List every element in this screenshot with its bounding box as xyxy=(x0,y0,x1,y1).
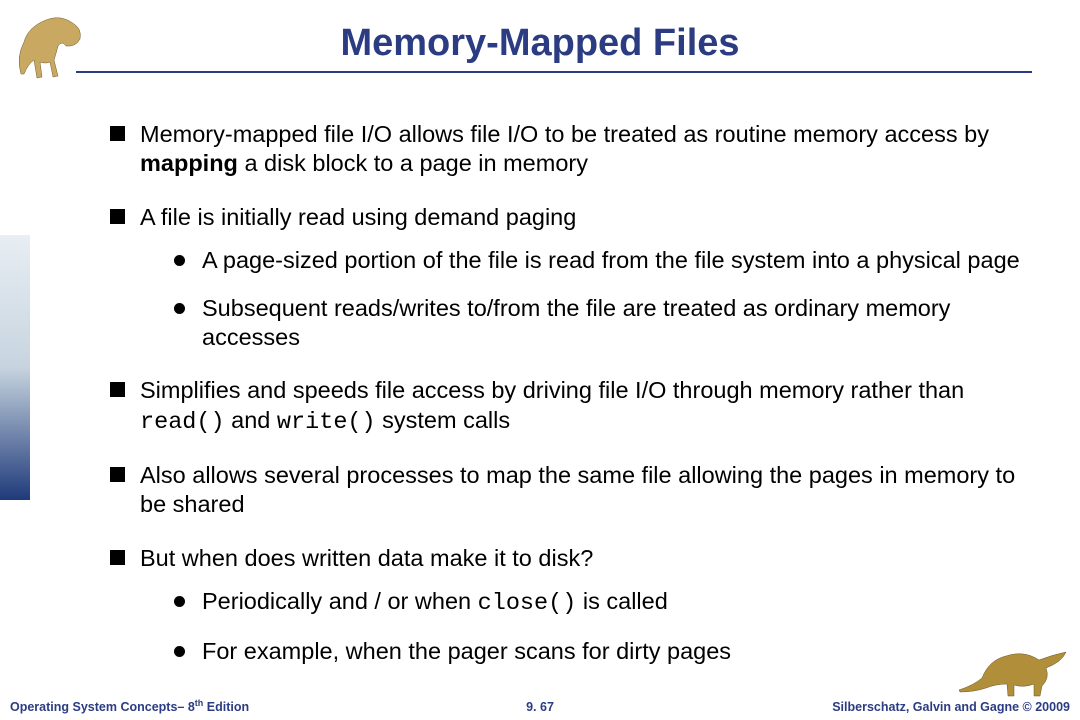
bullet-text: A page-sized portion of the file is read… xyxy=(202,247,1020,273)
bullet-text: and xyxy=(225,407,277,433)
footer-left: Operating System Concepts– 8th Edition xyxy=(10,698,249,714)
bullet-bold: mapping xyxy=(140,150,238,176)
code-text: close() xyxy=(478,590,577,617)
code-text: read() xyxy=(140,409,225,436)
sub-bullet-item: Periodically and / or when close() is ca… xyxy=(174,587,1040,618)
dinosaur-bottom-icon xyxy=(954,630,1074,700)
title-underline xyxy=(76,71,1032,73)
content: Memory-mapped file I/O allows file I/O t… xyxy=(110,120,1040,690)
bullet-item: Memory-mapped file I/O allows file I/O t… xyxy=(110,120,1040,179)
sub-bullet-item: A page-sized portion of the file is read… xyxy=(174,246,1040,275)
footer-sup: th xyxy=(195,698,204,708)
title-bar: Memory-Mapped Files xyxy=(0,0,1080,73)
slide-title: Memory-Mapped Files xyxy=(0,22,1080,65)
bullet-text: Periodically and / or when xyxy=(202,588,478,614)
bullet-item: But when does written data make it to di… xyxy=(110,544,1040,666)
bullet-text: But when does written data make it to di… xyxy=(140,545,593,571)
sub-bullet-item: Subsequent reads/writes to/from the file… xyxy=(174,294,1040,353)
slide: Memory-Mapped Files Memory-mapped file I… xyxy=(0,0,1080,720)
footer: Operating System Concepts– 8th Edition 9… xyxy=(0,698,1080,716)
bullet-item: Simplifies and speeds file access by dri… xyxy=(110,376,1040,437)
bullet-item: Also allows several processes to map the… xyxy=(110,461,1040,520)
bullet-text: A file is initially read using demand pa… xyxy=(140,204,576,230)
bullet-text: a disk block to a page in memory xyxy=(238,150,588,176)
bullet-text: Memory-mapped file I/O allows file I/O t… xyxy=(140,121,989,147)
sub-bullet-item: For example, when the pager scans for di… xyxy=(174,637,1040,666)
bullet-text: Also allows several processes to map the… xyxy=(140,462,1015,517)
footer-copyright: Silberschatz, Galvin and Gagne © 20009 xyxy=(832,700,1070,714)
footer-page-number: 9. 67 xyxy=(526,700,554,714)
bullet-text: For example, when the pager scans for di… xyxy=(202,638,731,664)
footer-text: Operating System Concepts– 8 xyxy=(10,700,195,714)
code-text: write() xyxy=(277,409,376,436)
bullet-item: A file is initially read using demand pa… xyxy=(110,203,1040,353)
bullet-text: Subsequent reads/writes to/from the file… xyxy=(202,295,950,350)
sidebar-gradient-decoration xyxy=(0,235,30,500)
bullet-text: Simplifies and speeds file access by dri… xyxy=(140,377,964,403)
bullet-text: is called xyxy=(576,588,667,614)
bullet-text: system calls xyxy=(376,407,511,433)
footer-text: Edition xyxy=(203,700,249,714)
